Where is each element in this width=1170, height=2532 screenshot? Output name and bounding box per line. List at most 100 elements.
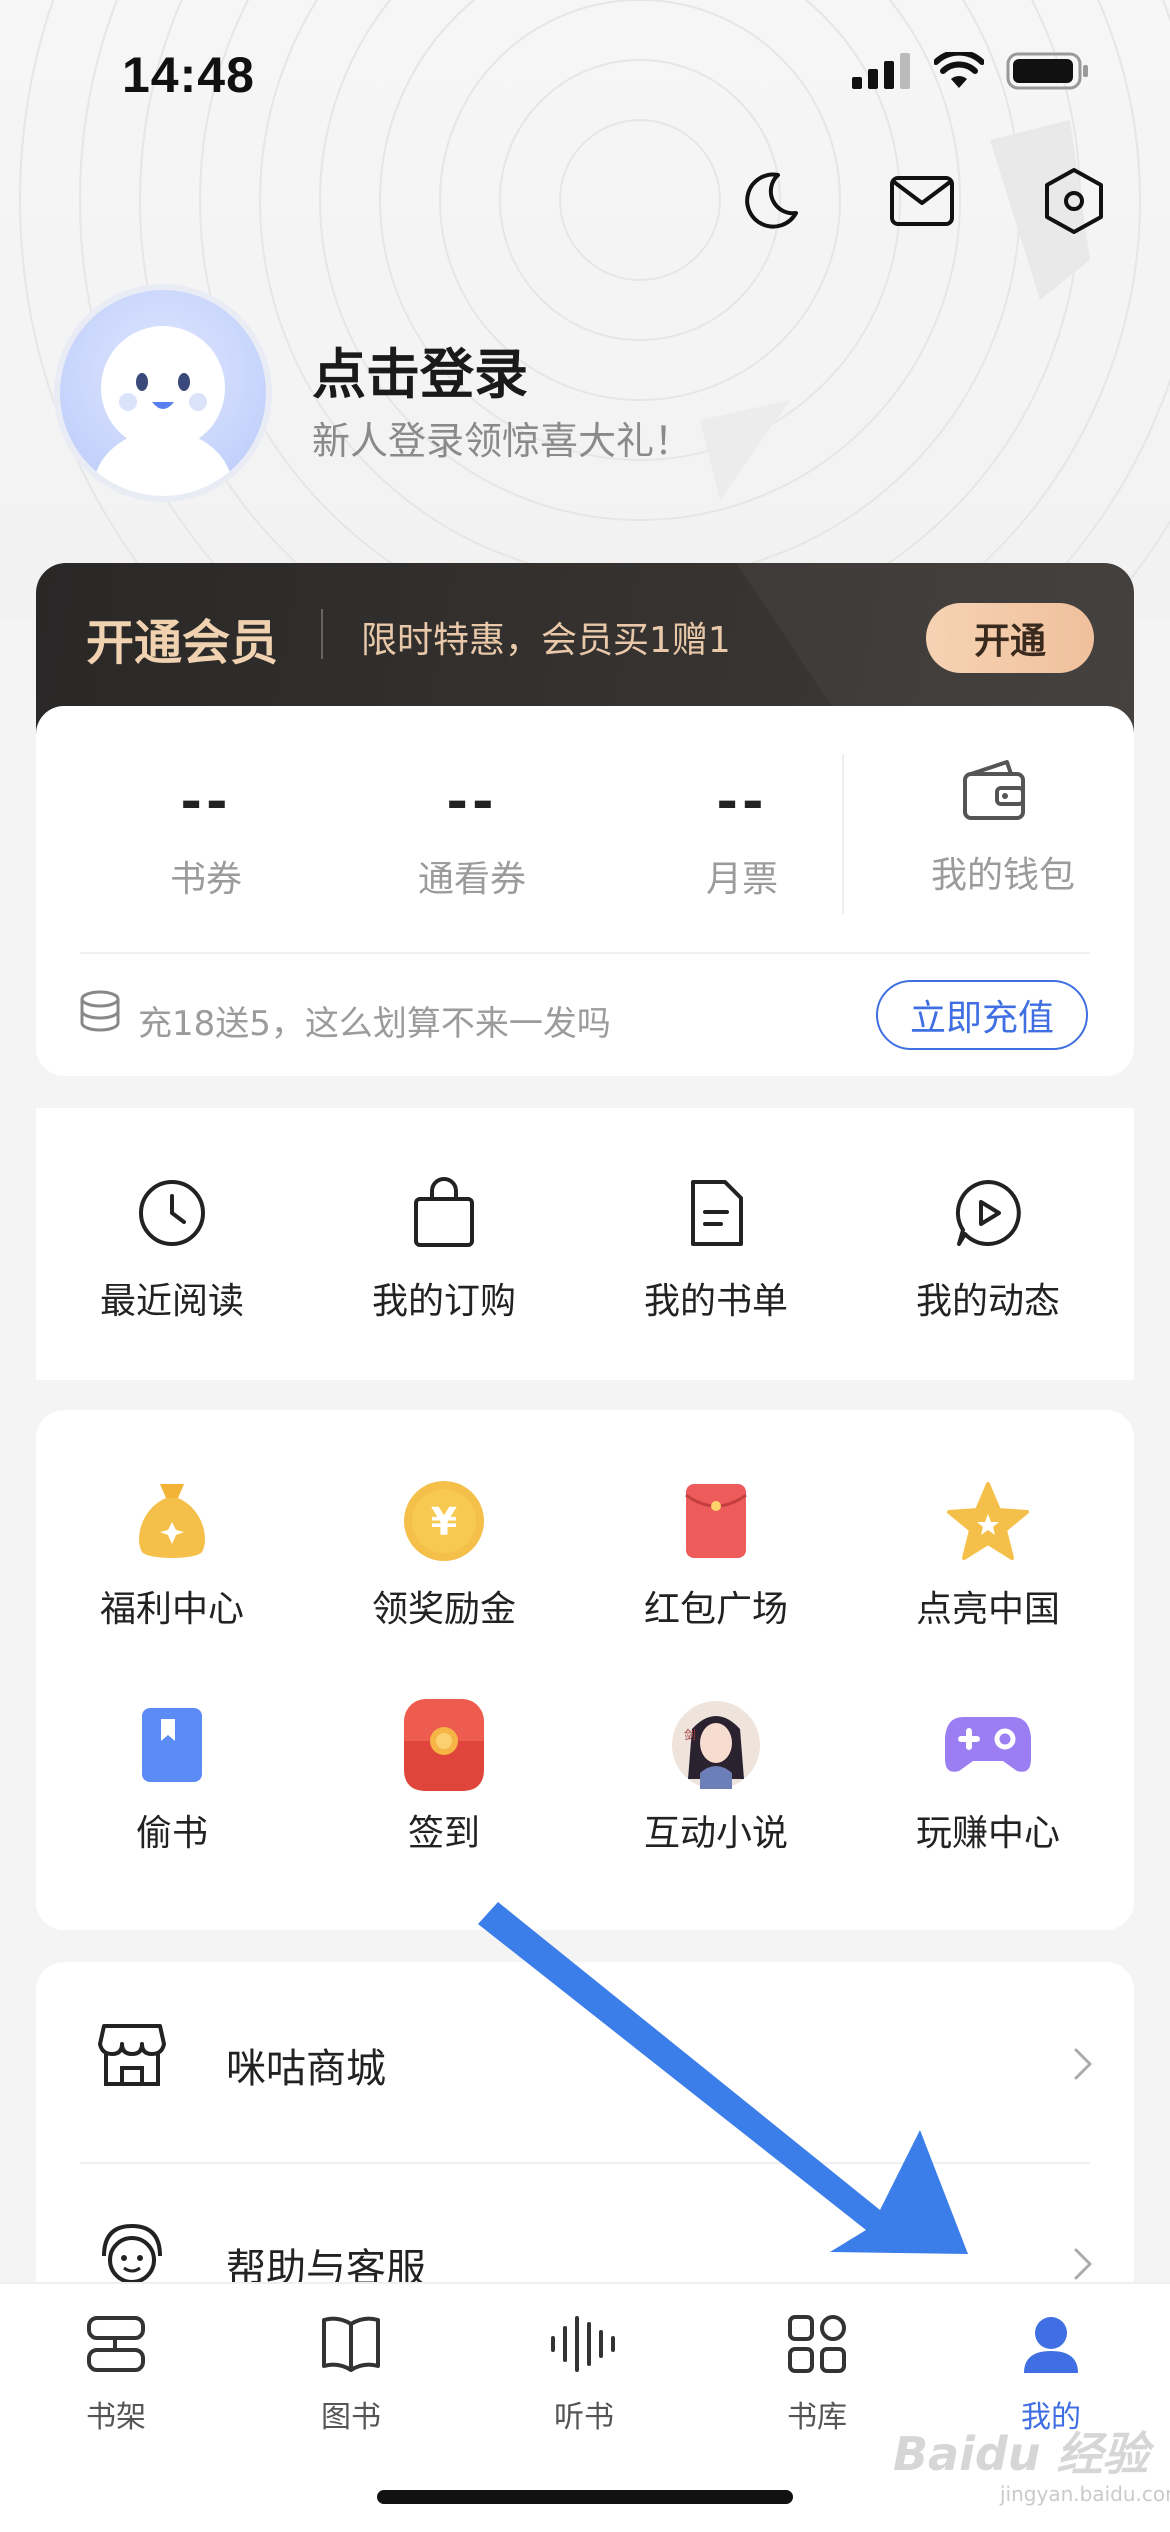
customer-service-icon (102, 2223, 162, 2284)
wifi-icon (934, 52, 984, 88)
mail-icon (890, 176, 954, 226)
grid-icon (788, 2315, 846, 2373)
tab-label: 书库 (787, 2400, 847, 2435)
tab-label: 图书 (321, 2400, 381, 2435)
header-actions (729, 160, 1115, 242)
document-icon (691, 1180, 743, 1246)
feature-label: 偷书 (135, 1813, 208, 1854)
stat-book-coupon[interactable]: -- 书券 (96, 766, 316, 902)
feature-welfare-center[interactable]: 福利中心 (36, 1476, 308, 1632)
money-bag-icon (139, 1484, 205, 1558)
feature-label: 点亮中国 (915, 1589, 1060, 1630)
recharge-button[interactable]: 立即充值 (876, 980, 1088, 1050)
messages-button[interactable] (881, 160, 963, 242)
play-bubble-icon (955, 1180, 1021, 1246)
status-icons (852, 52, 1090, 90)
sign-in-envelope-icon (404, 1699, 484, 1791)
feature-play-earn-center[interactable]: 玩赚中心 (852, 1700, 1124, 1856)
login-title[interactable]: 点击登录 (312, 330, 528, 409)
yuan-coin-icon: ¥ (404, 1481, 484, 1561)
shopping-bag-icon (414, 1177, 474, 1247)
vip-open-button[interactable]: 开通 (926, 603, 1094, 673)
feature-label: 签到 (407, 1813, 480, 1854)
recharge-promo-text: 充18送5，这么划算不来一发吗 (138, 1004, 611, 1044)
profile-login[interactable]: 点击登录 新人登录领惊喜大礼！ (60, 290, 1110, 500)
tab-bookshelf[interactable]: 书架 (26, 2304, 206, 2436)
wallet-divider (842, 754, 844, 914)
quick-action-label: 我的订购 (371, 1281, 516, 1322)
vip-promo-text: 限时特惠，会员买1赠1 (361, 620, 731, 661)
user-icon (1024, 2317, 1078, 2373)
vip-divider (321, 609, 323, 659)
stat-pass-coupon[interactable]: -- 通看券 (362, 766, 582, 902)
profile-page: 14:48 点击登录 新人登录领惊喜大礼！ 开通会员 限时特惠，会员买1赠1 开… (0, 0, 1170, 2532)
tab-audiobooks[interactable]: 听书 (494, 2304, 674, 2436)
gear-icon (1045, 168, 1103, 234)
quick-action-label: 我的书单 (643, 1281, 788, 1322)
tab-library[interactable]: 书库 (727, 2304, 907, 2436)
wallet-icon[interactable] (961, 758, 1027, 822)
feature-interactive-novel[interactable]: 剑 互动小说 (580, 1700, 852, 1856)
feature-steal-book[interactable]: 偷书 (36, 1700, 308, 1856)
red-envelope-icon (685, 1484, 747, 1558)
divider (80, 952, 1090, 954)
svg-text:剑: 剑 (684, 1727, 696, 1742)
coins-icon (80, 990, 120, 1032)
status-bar: 14:48 (0, 0, 1170, 150)
moon-icon (745, 172, 798, 229)
stat-label: 通看券 (417, 859, 526, 900)
store-icon (98, 2024, 166, 2086)
watermark: Baidu 经验 (893, 2427, 1149, 2481)
clock-icon (139, 1180, 205, 1246)
wallet-card: -- 书券 -- 通看券 -- 月票 我的钱包 充18送5，这么划算不来一发吗 … (36, 706, 1134, 1076)
quick-my-activity[interactable]: 我的动态 (852, 1168, 1124, 1324)
feature-label: 互动小说 (643, 1813, 788, 1854)
tab-label: 听书 (554, 2400, 614, 2435)
battery-icon (1006, 52, 1088, 90)
stat-value: -- (716, 772, 768, 832)
svg-text:¥: ¥ (431, 1500, 457, 1544)
avatar[interactable] (60, 290, 266, 496)
night-mode-button[interactable] (729, 160, 811, 242)
star-icon (947, 1482, 1029, 1560)
tab-mine[interactable]: 我的 (961, 2304, 1141, 2436)
feature-label: 福利中心 (99, 1589, 244, 1630)
quick-my-orders[interactable]: 我的订购 (308, 1168, 580, 1324)
quick-recent-reading[interactable]: 最近阅读 (36, 1168, 308, 1324)
chevron-right-icon (1074, 2048, 1092, 2080)
audio-wave-icon (551, 2316, 615, 2372)
story-avatar-icon: 剑 (672, 1701, 760, 1789)
book-bookmark-icon (142, 1708, 202, 1782)
status-time: 14:48 (122, 47, 255, 103)
menu-row-migu-store[interactable]: 咪咕商城 (36, 1962, 1134, 2162)
quick-action-label: 我的动态 (915, 1281, 1060, 1322)
menu-row-label: 咪咕商城 (226, 2046, 386, 2092)
quick-my-booklist[interactable]: 我的书单 (580, 1168, 852, 1324)
stat-label: 书券 (169, 859, 242, 900)
home-indicator (377, 2490, 793, 2504)
chevron-right-icon (1074, 2248, 1092, 2280)
cellular-signal-icon (852, 53, 910, 89)
stat-label: 月票 (705, 859, 778, 900)
gamepad-icon (945, 1717, 1031, 1772)
stat-value: -- (446, 772, 498, 832)
feature-reward-cash[interactable]: ¥ 领奖励金 (308, 1476, 580, 1632)
profile-header-background: 14:48 点击登录 新人登录领惊喜大礼！ (0, 0, 1170, 620)
open-book-icon (322, 2316, 380, 2372)
bookshelf-icon (87, 2316, 145, 2372)
feature-sign-in[interactable]: 签到 (308, 1699, 580, 1856)
my-wallet-label[interactable]: 我的钱包 (888, 846, 1118, 898)
stat-monthly-ticket[interactable]: -- 月票 (632, 766, 852, 902)
feature-label: 玩赚中心 (915, 1813, 1060, 1854)
watermark-url: jingyan.baidu.com (1000, 2482, 1170, 2506)
features-card: 福利中心 ¥ 领奖励金 红包广场 点亮中国 偷书 签到 剑 互动小说 玩赚中心 (36, 1410, 1134, 1930)
quick-action-label: 最近阅读 (99, 1281, 244, 1322)
quick-actions-card: 最近阅读 我的订购 我的书单 我的动态 (36, 1108, 1134, 1380)
feature-light-up-china[interactable]: 点亮中国 (852, 1476, 1124, 1632)
settings-button[interactable] (1033, 160, 1115, 242)
feature-red-envelope-square[interactable]: 红包广场 (580, 1476, 852, 1632)
default-avatar-icon (93, 326, 233, 496)
tab-books[interactable]: 图书 (261, 2304, 441, 2436)
vip-title: 开通会员 (86, 615, 279, 671)
login-subtitle: 新人登录领惊喜大礼！ (312, 419, 693, 463)
